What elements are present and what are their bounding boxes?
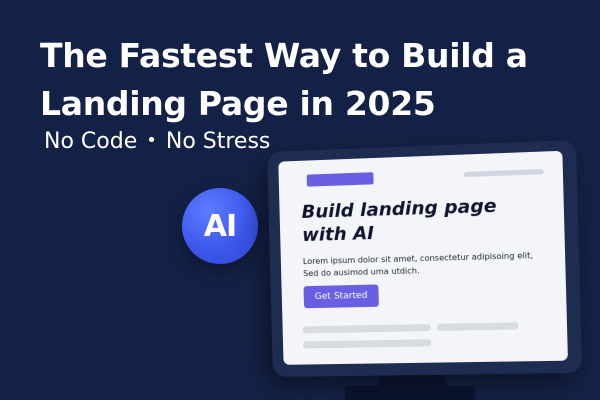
hero-title-line-2: Landing Page in 2025 xyxy=(40,84,436,123)
mockup-nav-placeholder xyxy=(463,169,544,178)
mockup-body-text: Lorem ipsum dolor sit amet, consectetur … xyxy=(302,250,534,279)
hero-title-line-1: The Fastest Way to Build a xyxy=(40,36,528,75)
mockup-get-started-button[interactable]: Get Started xyxy=(303,284,379,309)
hero-title: The Fastest Way to Build a Landing Page … xyxy=(40,32,580,128)
subtitle-no-stress: No Stress xyxy=(165,129,271,154)
mockup-placeholder-bar xyxy=(302,323,431,334)
hero-subtitle: No Code • No Stress xyxy=(44,128,270,157)
monitor-screen: Build landing page with AI Lorem ipsum d… xyxy=(278,150,568,365)
mockup-logo-placeholder xyxy=(306,172,374,187)
mockup-placeholder-bar xyxy=(436,322,519,331)
subtitle-separator: • xyxy=(146,130,157,151)
mockup-placeholder-bar xyxy=(302,339,432,349)
ai-badge-icon: AI xyxy=(182,188,258,264)
subtitle-no-code: No Code xyxy=(44,129,138,154)
monitor-mockup: Build landing page with AI Lorem ipsum d… xyxy=(267,139,583,377)
mockup-heading: Build landing page with AI xyxy=(301,195,497,247)
monitor-base xyxy=(345,386,475,400)
ai-badge-label: AI xyxy=(203,208,237,244)
